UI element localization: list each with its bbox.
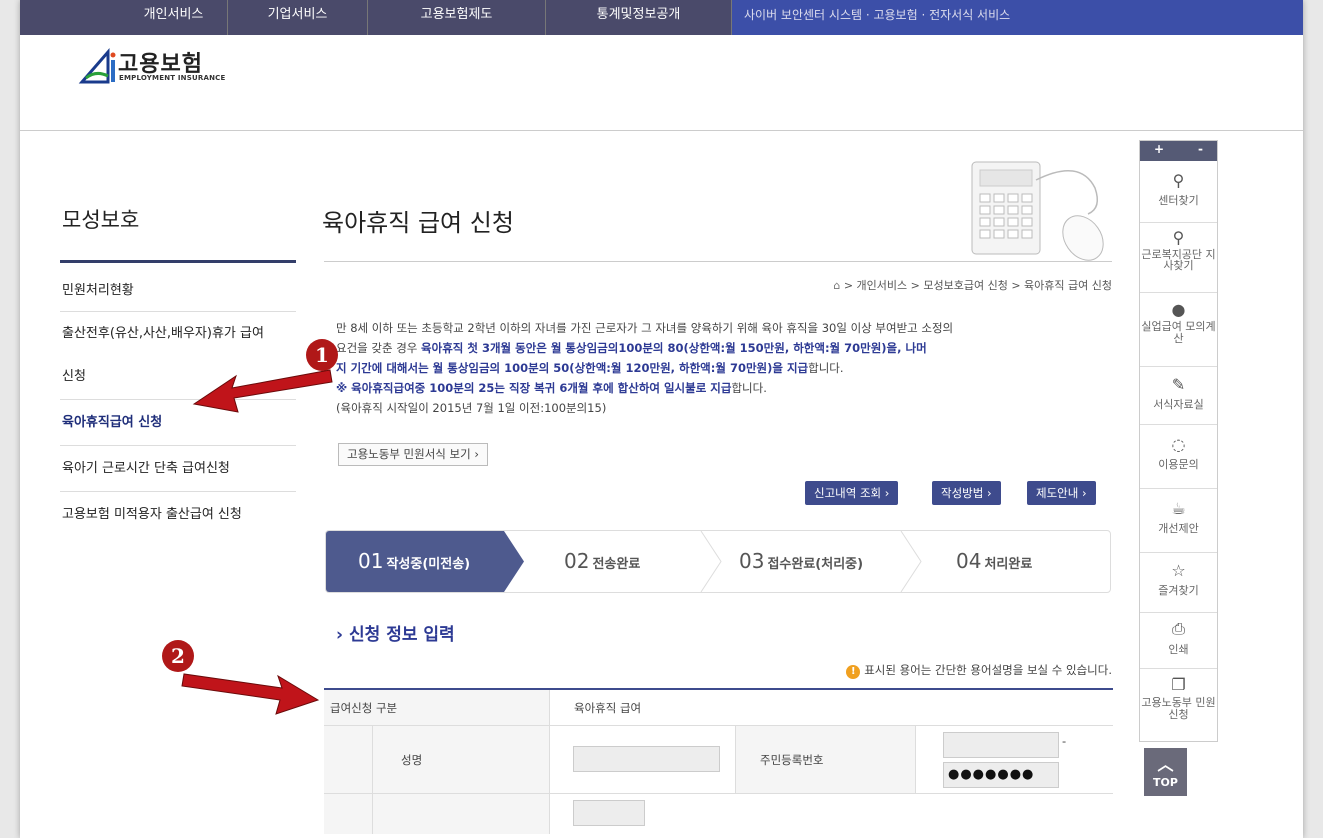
info-icon: ! — [846, 665, 861, 679]
chevron-up-icon: ︿ — [1157, 755, 1174, 774]
step-1: 01 작성중(미전송) — [358, 549, 471, 573]
nav-accent-bar[interactable]: 사이버 보안센터 시스템 · 고용보험 · 전자서식 서비스 — [732, 0, 1303, 35]
table-row: 급여신청 구분 육아휴직 급여 — [324, 690, 1113, 726]
breadcrumb-path: > 개인서비스 > 모성보호급여 신청 > 육아휴직 급여 신청 — [843, 279, 1112, 292]
label-name: 성명 — [372, 726, 549, 793]
label-benefit-type: 급여신청 구분 — [324, 690, 549, 725]
nav-item-personal[interactable]: 개인서비스 — [120, 0, 228, 35]
description-text: 만 8세 이하 또는 초등학교 2학년 이하의 자녀를 가진 근로자가 그 자녀… — [336, 318, 1126, 418]
coffee-icon: ☕ — [1171, 499, 1186, 518]
sidebar-item-status[interactable]: 민원처리현황 — [60, 272, 296, 312]
value-benefit-type: 육아휴직 급여 — [549, 690, 1113, 725]
rrn-cell: - ●●●●●●● — [915, 726, 1113, 793]
desc-line-4: ※ 육아휴직급여중 100분의 25는 직장 복귀 6개월 후에 합산하여 일시… — [336, 381, 767, 395]
page-title: 육아휴직 급여 신청 — [322, 209, 514, 237]
location-pin-icon: ⚲ — [1172, 171, 1185, 190]
row-group-label — [324, 794, 372, 834]
label-cell — [372, 794, 549, 834]
rrn-back-input[interactable]: ●●●●●●● — [943, 762, 1059, 788]
quick-branch-search[interactable]: ⚲ 근로복지공단 지사찾기 — [1140, 223, 1217, 293]
glossary-hint: ! 표시된 용어는 간단한 용어설명을 보실 수 있습니다. — [846, 662, 1112, 679]
annotation-arrow-1-icon — [192, 369, 333, 413]
top-label: TOP — [1153, 776, 1178, 789]
logo-subtext: EMPLOYMENT INSURANCE — [119, 74, 226, 82]
sidebar-title: 모성보호 — [62, 208, 140, 232]
guide-button[interactable]: 제도안내 › — [1027, 481, 1096, 505]
label-rrn: 주민등록번호 — [735, 726, 915, 793]
sidebar-divider — [60, 260, 296, 263]
nav-item-business[interactable]: 기업서비스 — [228, 0, 368, 35]
nav-item-stats[interactable]: 통계및정보공개 — [546, 0, 732, 35]
quick-form-library[interactable]: ✎ 서식자료실 — [1140, 367, 1217, 425]
table-row — [324, 794, 1113, 834]
sidebar-item-maternity[interactable]: 출산전후(유산,사산,배우자)휴가 급여 — [60, 322, 296, 346]
desc-line-3: 지 기간에 대해서는 월 통상임금의 100분의 50(상한액:월 120만원,… — [336, 361, 844, 375]
top-navigation: 개인서비스 기업서비스 고용보험제도 통계및정보공개 사이버 보안센터 시스템 … — [20, 0, 1303, 35]
name-input[interactable] — [573, 746, 720, 772]
chevron-right-icon: › — [336, 625, 344, 645]
user-icon: ● — [1171, 300, 1186, 319]
desc-line-5: (육아휴직 시작일이 2015년 7월 1일 이전:100분의15) — [336, 401, 607, 415]
quick-center-search[interactable]: ⚲ 센터찾기 — [1140, 165, 1217, 223]
browser-frame: 개인서비스 기업서비스 고용보험제도 통계및정보공개 사이버 보안센터 시스템 … — [20, 0, 1303, 838]
breadcrumb: ⌂ > 개인서비스 > 모성보호급여 신청 > 육아휴직 급여 신청 — [833, 277, 1112, 293]
quick-print[interactable]: ⎙ 인쇄 — [1140, 613, 1217, 669]
sidebar-item-reduced-hours[interactable]: 육아기 근로시간 단축 급여신청 — [60, 446, 296, 492]
row-group-label — [324, 726, 372, 793]
quick-inquiry[interactable]: ◌ 이용문의 — [1140, 425, 1217, 489]
text-input[interactable] — [573, 800, 645, 826]
zoom-in-button[interactable]: + — [1154, 142, 1164, 156]
logo-mark-icon — [78, 47, 116, 84]
quick-moel-petition[interactable]: ❐ 고용노동부 민원신청 — [1140, 669, 1217, 741]
desc-line-1: 만 8세 이하 또는 초등학교 2학년 이하의 자녀를 가진 근로자가 그 자녀… — [336, 321, 954, 335]
view-forms-button[interactable]: 고용노동부 민원서식 보기 › — [338, 443, 488, 466]
rrn-dash: - — [1062, 734, 1067, 748]
quick-benefit-calc[interactable]: ● 실업급여 모의계산 — [1140, 293, 1217, 367]
zoom-controls: + - — [1140, 141, 1217, 161]
step-4: 04 처리완료 — [956, 549, 1033, 573]
quick-favorites[interactable]: ☆ 즐겨찾기 — [1140, 553, 1217, 613]
quick-menu: + - ⚲ 센터찾기 ⚲ 근로복지공단 지사찾기 ● 실업급여 모의계산 ✎ 서식자료실… — [1139, 140, 1218, 742]
value-cell — [549, 794, 1113, 834]
location-pin-icon: ⚲ — [1172, 228, 1185, 247]
annotation-arrow-2-icon — [181, 673, 320, 715]
history-lookup-button[interactable]: 신고내역 조회 › — [805, 481, 899, 505]
scroll-top-button[interactable]: ︿ TOP — [1144, 748, 1187, 796]
star-icon: ☆ — [1171, 561, 1186, 580]
quick-suggestion[interactable]: ☕ 개선제안 — [1140, 489, 1217, 553]
desc-line-2: 요건을 갖춘 경우 육아휴직 첫 3개월 동안은 월 통상임금의100분의 80… — [336, 341, 927, 355]
rrn-front-input[interactable] — [943, 732, 1059, 758]
application-form-table: 급여신청 구분 육아휴직 급여 성명 주민등록번호 - ●●●●●●● — [324, 688, 1113, 834]
sidebar-item-uninsured-birth[interactable]: 고용보험 미적용자 출산급여 신청 — [60, 492, 296, 538]
zoom-out-button[interactable]: - — [1198, 142, 1203, 156]
edit-icon: ✎ — [1171, 375, 1186, 394]
progress-steps: 01 작성중(미전송) 02 전송완료 03 접수완료(처리중) 04 처리완료 — [325, 530, 1111, 593]
calculator-mouse-icon — [971, 161, 1104, 261]
step-2: 02 전송완료 — [564, 549, 641, 573]
how-to-button[interactable]: 작성방법 › — [932, 481, 1001, 505]
chat-icon: ◌ — [1171, 435, 1186, 454]
table-row: 성명 주민등록번호 - ●●●●●●● — [324, 726, 1113, 794]
home-icon[interactable]: ⌂ — [833, 279, 840, 292]
step-3: 03 접수완료(처리중) — [739, 549, 864, 573]
print-icon: ⎙ — [1172, 619, 1185, 638]
section-title: › 신청 정보 입력 — [336, 625, 455, 645]
site-logo[interactable]: 고용보험 EMPLOYMENT INSURANCE — [78, 46, 228, 86]
document-icon: ❐ — [1171, 675, 1186, 694]
nav-item-system[interactable]: 고용보험제도 — [368, 0, 546, 35]
name-cell — [549, 726, 735, 793]
